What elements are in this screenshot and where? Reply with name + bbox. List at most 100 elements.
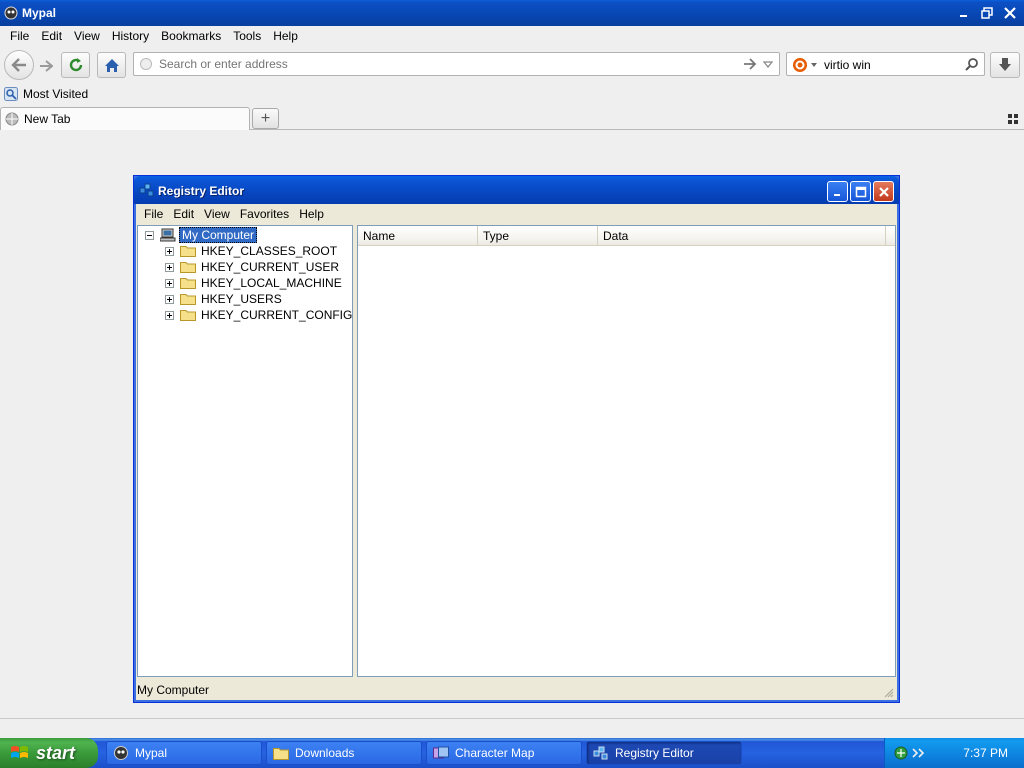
history-dropdown-icon[interactable] bbox=[763, 57, 773, 71]
bookmark-label: Most Visited bbox=[23, 87, 89, 101]
mypal-logo-icon bbox=[114, 746, 128, 760]
status-path: My Computer bbox=[137, 683, 210, 697]
tree-node-label: HKEY_USERS bbox=[201, 292, 282, 306]
menu-view[interactable]: View bbox=[68, 29, 106, 43]
browser-statusbar bbox=[0, 718, 1024, 738]
expand-icon[interactable] bbox=[165, 246, 174, 256]
folder-icon bbox=[273, 747, 289, 760]
most-visited-icon bbox=[4, 87, 18, 101]
reload-icon bbox=[69, 58, 82, 72]
maximize-icon bbox=[855, 186, 866, 197]
taskbar: start Mypal Downloads Character Map Regi… bbox=[0, 738, 1024, 768]
folder-icon bbox=[180, 294, 196, 305]
regedit-menu-help[interactable]: Help bbox=[294, 207, 329, 221]
computer-icon bbox=[160, 228, 176, 242]
tree-node-hkey-local-machine[interactable]: HKEY_LOCAL_MACHINE bbox=[165, 275, 342, 291]
regedit-app-icon bbox=[593, 746, 608, 760]
regedit-statusbar: My Computer bbox=[137, 680, 896, 700]
taskbar-button-mypal[interactable]: Mypal bbox=[106, 741, 262, 765]
browser-titlebar[interactable]: Mypal bbox=[0, 0, 1024, 26]
column-header-name[interactable]: Name bbox=[358, 226, 478, 246]
regedit-maximize-button[interactable] bbox=[850, 181, 871, 202]
regedit-minimize-button[interactable] bbox=[827, 181, 848, 202]
taskbar-button-label: Character Map bbox=[455, 746, 535, 760]
regedit-menubar: File Edit View Favorites Help bbox=[137, 204, 896, 224]
regedit-title: Registry Editor bbox=[158, 184, 245, 198]
expand-icon[interactable] bbox=[165, 262, 174, 272]
system-tray: 7:37 PM bbox=[884, 738, 1024, 768]
address-bar[interactable] bbox=[133, 52, 780, 76]
search-icon[interactable] bbox=[965, 57, 979, 71]
folder-icon bbox=[180, 262, 196, 273]
tree-node-label: HKEY_CURRENT_USER bbox=[201, 260, 340, 274]
taskbar-button-label: Downloads bbox=[295, 746, 355, 760]
forward-arrow-icon bbox=[40, 60, 53, 72]
start-button[interactable]: start bbox=[0, 738, 98, 768]
regedit-menu-file[interactable]: File bbox=[139, 207, 168, 221]
values-list[interactable]: Name Type Data bbox=[357, 225, 896, 677]
menu-history[interactable]: History bbox=[106, 29, 155, 43]
regedit-titlebar[interactable]: Registry Editor bbox=[134, 176, 899, 204]
tab-strip: New Tab + bbox=[0, 106, 1024, 130]
expand-icon[interactable] bbox=[165, 294, 174, 304]
regedit-menu-view[interactable]: View bbox=[199, 207, 235, 221]
forward-button[interactable] bbox=[35, 53, 57, 79]
network-tray-icon[interactable] bbox=[893, 745, 927, 761]
expand-icon[interactable] bbox=[165, 310, 174, 320]
tree-node-hkey-current-config[interactable]: HKEY_CURRENT_CONFIG bbox=[165, 307, 352, 323]
home-button[interactable] bbox=[97, 52, 126, 78]
search-input[interactable]: virtio win bbox=[824, 58, 871, 72]
tab-label: New Tab bbox=[24, 112, 71, 126]
menu-bookmarks[interactable]: Bookmarks bbox=[155, 29, 227, 43]
address-input[interactable] bbox=[159, 56, 719, 72]
minimize-button[interactable] bbox=[954, 3, 974, 23]
taskbar-button-registry-editor[interactable]: Registry Editor bbox=[586, 741, 742, 765]
bookmarks-toolbar: Most Visited bbox=[0, 84, 1024, 106]
tab-new-tab[interactable]: New Tab bbox=[0, 107, 250, 130]
browser-menubar: File Edit View History Bookmarks Tools H… bbox=[0, 26, 1024, 46]
tree-node-label: HKEY_CURRENT_CONFIG bbox=[201, 308, 353, 322]
tree-node-hkey-users[interactable]: HKEY_USERS bbox=[165, 291, 282, 307]
tab-list-grid-icon[interactable] bbox=[1008, 114, 1018, 124]
search-engine-icon[interactable] bbox=[792, 57, 818, 73]
taskbar-button-character-map[interactable]: Character Map bbox=[426, 741, 582, 765]
tree-node-hkey-classes-root[interactable]: HKEY_CLASSES_ROOT bbox=[165, 243, 337, 259]
close-icon bbox=[878, 186, 889, 197]
regedit-close-button[interactable] bbox=[873, 181, 894, 202]
navigation-toolbar: virtio win bbox=[0, 47, 1024, 81]
close-button[interactable] bbox=[1000, 3, 1020, 23]
new-tab-button[interactable]: + bbox=[252, 108, 279, 129]
reload-button[interactable] bbox=[61, 52, 90, 78]
browser-title: Mypal bbox=[22, 6, 57, 20]
close-icon bbox=[1004, 7, 1016, 19]
regedit-menu-edit[interactable]: Edit bbox=[168, 207, 199, 221]
bookmark-most-visited[interactable]: Most Visited bbox=[4, 87, 88, 101]
menu-tools[interactable]: Tools bbox=[227, 29, 267, 43]
tab-globe-icon bbox=[5, 112, 19, 126]
regedit-menu-favorites[interactable]: Favorites bbox=[235, 207, 294, 221]
mypal-logo-icon bbox=[4, 6, 18, 20]
resize-grip-icon[interactable] bbox=[882, 686, 894, 698]
menu-help[interactable]: Help bbox=[267, 29, 304, 43]
tree-root-my-computer[interactable]: My Computer bbox=[145, 227, 258, 243]
tree-root-label: My Computer bbox=[179, 227, 258, 243]
collapse-icon[interactable] bbox=[145, 230, 154, 240]
restore-button[interactable] bbox=[977, 3, 997, 23]
search-bar[interactable]: virtio win bbox=[786, 52, 985, 76]
back-arrow-icon bbox=[11, 58, 26, 72]
menu-edit[interactable]: Edit bbox=[35, 29, 68, 43]
column-header-data[interactable]: Data bbox=[598, 226, 886, 246]
back-button[interactable] bbox=[4, 50, 34, 80]
menu-file[interactable]: File bbox=[4, 29, 35, 43]
registry-tree[interactable]: My Computer HKEY_CLASSES_ROOT HKEY_CURRE… bbox=[137, 225, 353, 677]
start-label: start bbox=[36, 742, 76, 763]
expand-icon[interactable] bbox=[165, 278, 174, 288]
column-header-type[interactable]: Type bbox=[478, 226, 598, 246]
page-identity-icon bbox=[140, 58, 152, 70]
folder-icon bbox=[180, 278, 196, 289]
downloads-button[interactable] bbox=[990, 52, 1020, 78]
taskbar-button-downloads[interactable]: Downloads bbox=[266, 741, 422, 765]
go-arrow-icon[interactable] bbox=[743, 57, 757, 71]
minimize-icon bbox=[833, 193, 840, 196]
tree-node-hkey-current-user[interactable]: HKEY_CURRENT_USER bbox=[165, 259, 339, 275]
